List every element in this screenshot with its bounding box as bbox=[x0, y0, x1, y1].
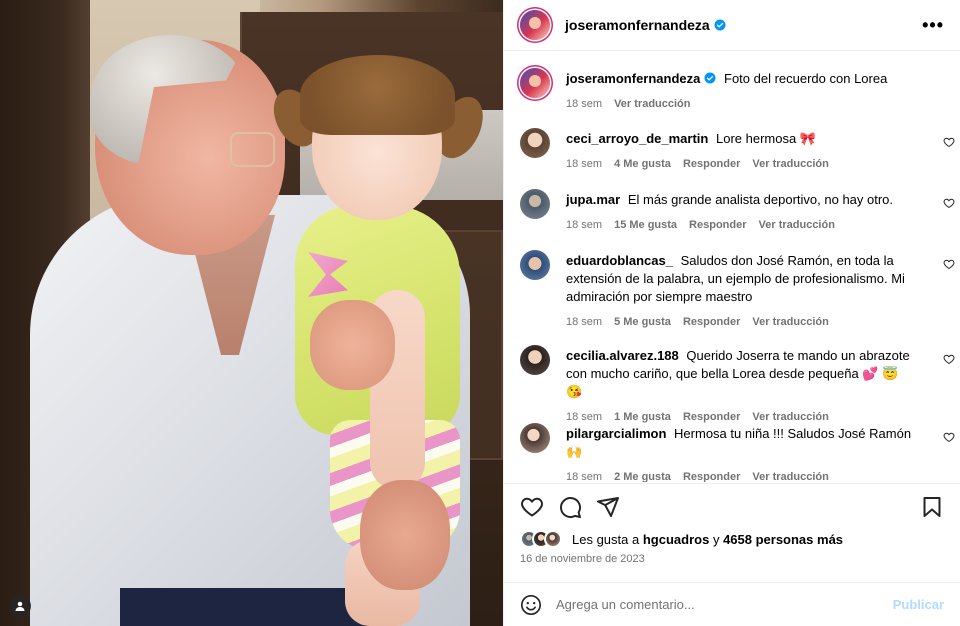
emoji-icon[interactable] bbox=[520, 594, 542, 616]
more-options-icon[interactable]: ••• bbox=[922, 15, 944, 36]
comment-likes[interactable]: 5 Me gusta bbox=[614, 313, 671, 331]
comment-reply-button[interactable]: Responder bbox=[683, 468, 740, 482]
photo-man-hand-holding bbox=[360, 480, 450, 590]
comment-likes[interactable]: 4 Me gusta bbox=[614, 155, 671, 173]
comment-reply-button[interactable]: Responder bbox=[683, 313, 740, 331]
post-side-panel: joseramonfernandeza ••• joseramonfernand… bbox=[503, 0, 960, 626]
comment-avatar[interactable] bbox=[520, 345, 550, 375]
likes-others[interactable]: 4658 personas más bbox=[723, 532, 843, 547]
post-photo[interactable] bbox=[0, 0, 503, 626]
likers-avatar-stack bbox=[520, 530, 562, 548]
comment-likes[interactable]: 15 Me gusta bbox=[614, 216, 677, 234]
post-date[interactable]: 16 de noviembre de 2023 bbox=[520, 553, 944, 565]
photo-man-glasses bbox=[230, 132, 275, 167]
comment-translate-link[interactable]: Ver traducción bbox=[752, 155, 828, 173]
verified-badge-icon bbox=[704, 72, 716, 84]
comment-username[interactable]: jupa.mar bbox=[566, 192, 620, 207]
caption-author-username[interactable]: joseramonfernandeza bbox=[566, 71, 716, 86]
like-heart-icon[interactable] bbox=[520, 495, 544, 519]
tagged-users-icon[interactable] bbox=[9, 595, 31, 617]
comment-time[interactable]: 18 sem bbox=[566, 216, 602, 234]
save-bookmark-icon[interactable] bbox=[920, 495, 944, 519]
caption-author-avatar[interactable] bbox=[520, 68, 550, 98]
comment-item: cecilia.alvarez.188 Querido Joserra te m… bbox=[520, 345, 960, 426]
comment-avatar[interactable] bbox=[520, 250, 550, 280]
liker-avatar bbox=[544, 530, 562, 548]
photo-man-hand-pointing bbox=[310, 300, 395, 390]
likes-connector: y bbox=[712, 531, 720, 547]
caption-translate-link[interactable]: Ver traducción bbox=[614, 95, 690, 113]
photo-child-hair bbox=[300, 55, 455, 135]
caption-time[interactable]: 18 sem bbox=[566, 95, 602, 113]
comment-text: El más grande analista deportivo, no hay… bbox=[627, 192, 894, 207]
comment-text: Lore hermosa 🎀 bbox=[715, 131, 816, 146]
comment-item: pilargarcialimon Hermosa tu niña !!! Sal… bbox=[520, 423, 960, 482]
comment-translate-link[interactable]: Ver traducción bbox=[759, 216, 835, 234]
comment-time[interactable]: 18 sem bbox=[566, 155, 602, 173]
likes-first-user[interactable]: hgcuadros bbox=[643, 532, 709, 547]
comment-translate-link[interactable]: Ver traducción bbox=[752, 468, 828, 482]
comment-avatar[interactable] bbox=[520, 189, 550, 219]
photo-man-pants bbox=[120, 588, 380, 626]
caption-text: Foto del recuerdo con Lorea bbox=[724, 71, 888, 86]
comment-username[interactable]: cecilia.alvarez.188 bbox=[566, 348, 679, 363]
comment-username[interactable]: ceci_arroyo_de_martin bbox=[566, 131, 708, 146]
comment-avatar[interactable] bbox=[520, 128, 550, 158]
comment-bubble-icon[interactable] bbox=[558, 495, 582, 519]
add-comment-bar: Publicar bbox=[504, 582, 960, 626]
comment-time[interactable]: 18 sem bbox=[566, 468, 602, 482]
like-comment-heart-icon[interactable] bbox=[943, 136, 955, 148]
post-actions: Les gusta a hgcuadros y 4658 personas má… bbox=[504, 483, 960, 565]
like-comment-heart-icon[interactable] bbox=[943, 258, 955, 270]
comment-reply-button[interactable]: Responder bbox=[689, 216, 746, 234]
comment-time[interactable]: 18 sem bbox=[566, 313, 602, 331]
like-comment-heart-icon[interactable] bbox=[943, 353, 955, 365]
likes-prefix: Les gusta a bbox=[572, 531, 640, 547]
comment-reply-button[interactable]: Responder bbox=[683, 155, 740, 173]
comment-translate-link[interactable]: Ver traducción bbox=[752, 313, 828, 331]
comment-username[interactable]: eduardoblancas_ bbox=[566, 253, 673, 268]
post-caption: joseramonfernandeza Foto del recuerdo co… bbox=[520, 68, 960, 113]
publish-button[interactable]: Publicar bbox=[893, 597, 944, 612]
comment-item: ceci_arroyo_de_martin Lore hermosa 🎀 18 … bbox=[520, 128, 960, 173]
comment-avatar[interactable] bbox=[520, 423, 550, 453]
comment-username[interactable]: pilargarcialimon bbox=[566, 426, 666, 441]
share-send-icon[interactable] bbox=[596, 495, 620, 519]
like-comment-heart-icon[interactable] bbox=[943, 197, 955, 209]
comments-list[interactable]: joseramonfernandeza Foto del recuerdo co… bbox=[504, 52, 960, 482]
author-username[interactable]: joseramonfernandeza bbox=[565, 17, 726, 33]
author-avatar[interactable] bbox=[520, 10, 550, 40]
comment-input[interactable] bbox=[556, 597, 893, 612]
verified-badge-icon bbox=[714, 19, 726, 31]
comment-likes[interactable]: 2 Me gusta bbox=[614, 468, 671, 482]
comment-item: eduardoblancas_ Saludos don José Ramón, … bbox=[520, 250, 960, 331]
post-header: joseramonfernandeza ••• bbox=[504, 0, 960, 51]
comment-item: jupa.mar El más grande analista deportiv… bbox=[520, 189, 960, 234]
like-comment-heart-icon[interactable] bbox=[943, 431, 955, 443]
likes-summary[interactable]: Les gusta a hgcuadros y 4658 personas má… bbox=[520, 528, 944, 550]
